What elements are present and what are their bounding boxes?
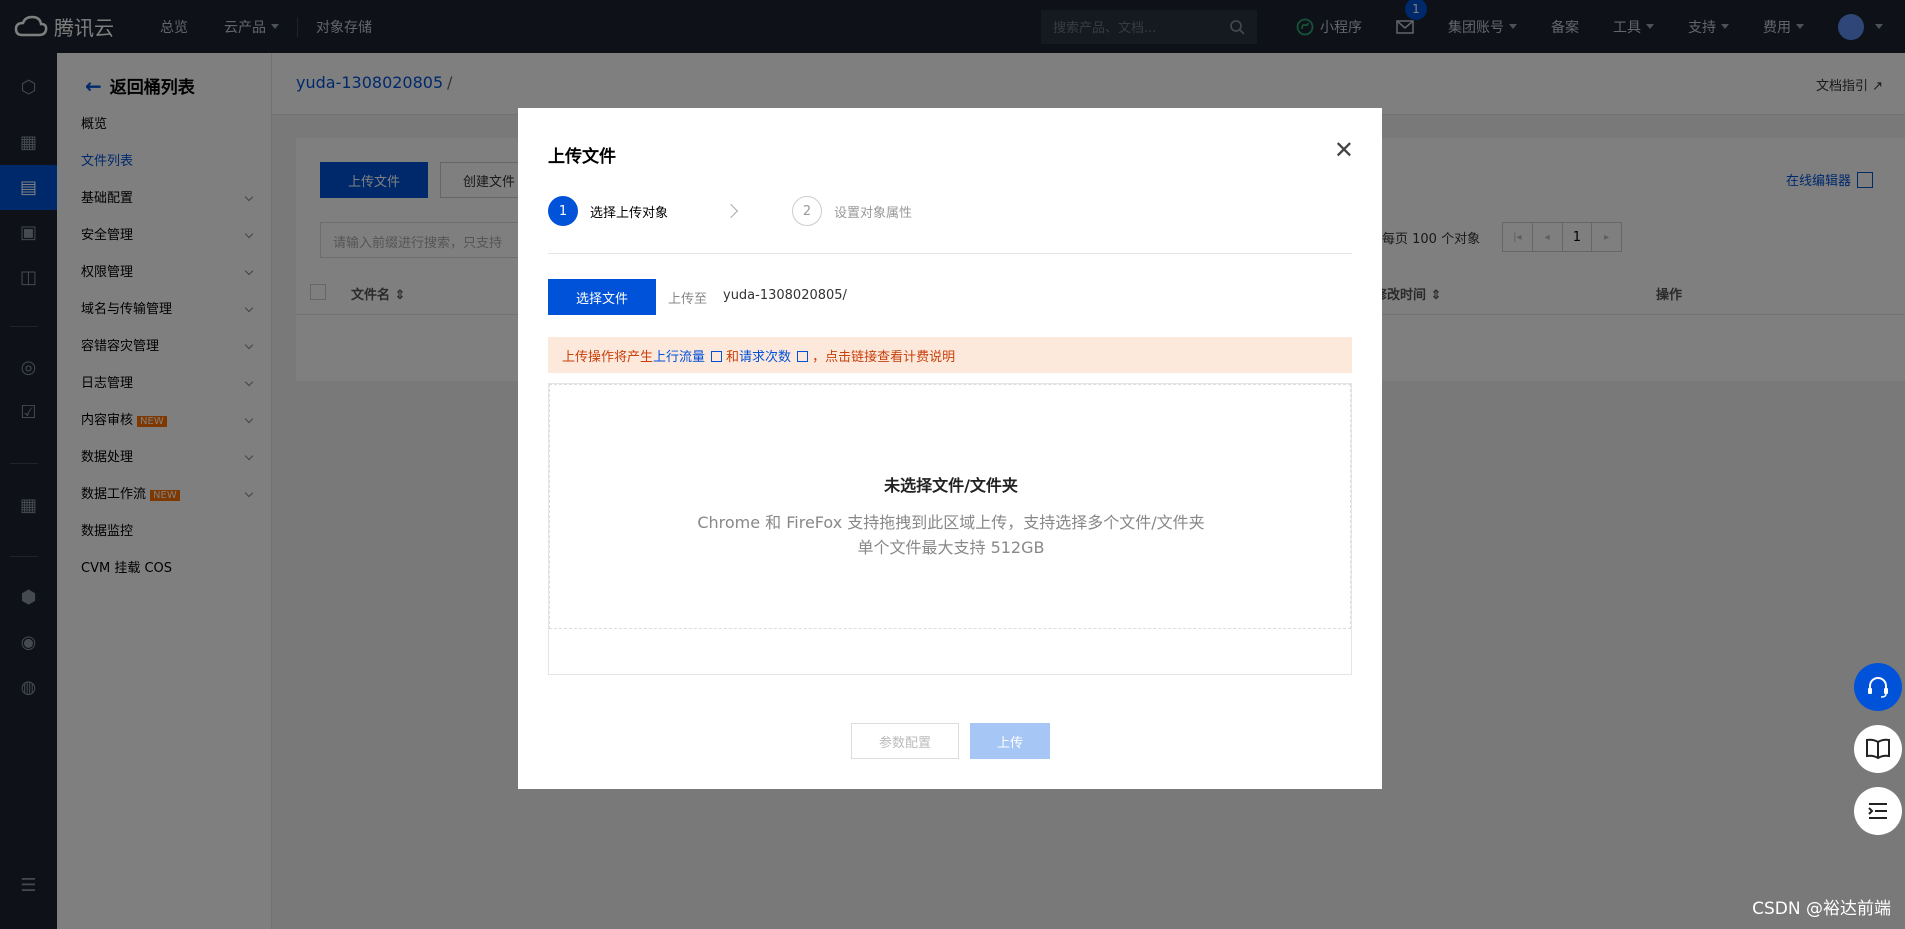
menu-toggle-button[interactable] xyxy=(1854,787,1902,835)
notice-middle: 和 xyxy=(726,349,740,365)
step-2-number: 2 xyxy=(792,196,822,226)
step-1: 1 选择上传对象 xyxy=(548,196,668,226)
upload-file-dialog: 上传文件 ✕ 1 选择上传对象 2 设置对象属性 选择文件 上传至 yuda-1… xyxy=(518,108,1382,789)
step-2-label: 设置对象属性 xyxy=(834,205,913,221)
headset-icon xyxy=(1868,677,1888,698)
chevron-right-icon xyxy=(723,203,739,219)
upload-to-label: 上传至 xyxy=(668,292,708,307)
request-count-link[interactable]: 请求次数 xyxy=(739,346,791,365)
external-link-icon xyxy=(711,350,723,362)
drop-title: 未选择文件/文件夹 xyxy=(884,476,1018,495)
drop-area[interactable]: 未选择文件/文件夹 Chrome 和 FireFox 支持拖拽到此区域上传，支持… xyxy=(549,384,1351,629)
file-drop-zone[interactable]: 未选择文件/文件夹 Chrome 和 FireFox 支持拖拽到此区域上传，支持… xyxy=(548,383,1352,675)
select-file-button[interactable]: 选择文件 xyxy=(548,279,656,315)
drop-hint-2: 单个文件最大支持 512GB xyxy=(857,538,1045,557)
upload-submit-button[interactable]: 上传 xyxy=(970,723,1050,759)
step-divider xyxy=(548,253,1352,254)
upstream-traffic-link[interactable]: 上行流量 xyxy=(653,346,705,365)
dialog-title: 上传文件 xyxy=(548,147,616,167)
customer-service-button[interactable] xyxy=(1854,663,1902,711)
upload-path: yuda-1308020805/ xyxy=(723,288,847,303)
close-icon[interactable]: ✕ xyxy=(1334,138,1354,162)
drop-hint-1: Chrome 和 FireFox 支持拖拽到此区域上传，支持选择多个文件/文件夹 xyxy=(697,513,1205,532)
watermark: CSDN @裕达前端 xyxy=(1752,899,1891,919)
docs-button[interactable] xyxy=(1854,725,1902,773)
billing-notice: 上传操作将产生 上行流量 和 请求次数 ，点击链接查看计费说明 xyxy=(548,337,1352,373)
step-1-number: 1 xyxy=(548,196,578,226)
notice-suffix: ，点击链接查看计费说明 xyxy=(812,349,956,365)
book-icon xyxy=(1866,738,1890,760)
external-link-icon xyxy=(797,350,809,362)
notice-prefix: 上传操作将产生 xyxy=(562,349,654,365)
step-2: 2 设置对象属性 xyxy=(792,196,912,226)
param-config-button[interactable]: 参数配置 xyxy=(851,723,959,759)
step-1-label: 选择上传对象 xyxy=(590,205,669,221)
list-indent-icon xyxy=(1868,803,1887,819)
